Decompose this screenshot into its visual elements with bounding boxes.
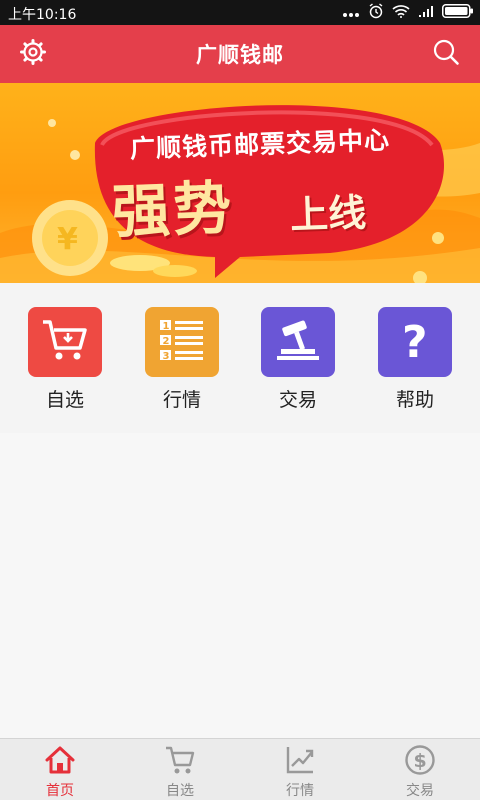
tab-label: 自选 [166, 783, 194, 799]
menu-label: 行情 [162, 389, 201, 411]
tab-trade[interactable]: $ 交易 [360, 739, 480, 800]
menu-label: 自选 [45, 389, 84, 411]
content-area [0, 433, 480, 738]
status-time: 上午10:16 [8, 7, 77, 23]
menu-item-market[interactable]: 1 2 3 行情 [142, 307, 222, 417]
search-icon [432, 38, 460, 70]
more-dots-icon [342, 3, 360, 22]
menu-tile: 1 2 3 [145, 307, 219, 377]
menu-item-watchlist[interactable]: 自选 [25, 307, 105, 417]
signal-icon [418, 3, 434, 22]
tab-market[interactable]: 行情 [240, 739, 360, 800]
svg-text:$: $ [414, 750, 427, 772]
menu-item-trade[interactable]: 交易 [258, 307, 338, 417]
home-icon [44, 744, 76, 776]
banner-slogan-main: 强势 [111, 173, 236, 247]
tab-label: 行情 [286, 783, 314, 799]
page-title: 广顺钱邮 [196, 43, 284, 67]
tab-label: 交易 [406, 783, 434, 799]
menu-item-help[interactable]: ? 帮助 [375, 307, 455, 417]
tab-watchlist[interactable]: 自选 [120, 739, 240, 800]
menu-label: 交易 [278, 389, 317, 411]
app-header: 广顺钱邮 [0, 25, 480, 83]
menu-tile [28, 307, 102, 377]
svg-text:3: 3 [163, 351, 170, 362]
cart-icon [40, 317, 90, 367]
banner-slogan-sub: 上线 [289, 190, 367, 238]
svg-text:¥: ¥ [57, 222, 78, 257]
banner-graphic: ¥ [0, 105, 480, 283]
quick-menu: 自选 1 2 3 行情 交易 ? 帮助 [0, 283, 480, 433]
menu-label: 帮助 [395, 389, 434, 411]
svg-text:2: 2 [163, 336, 170, 347]
alarm-icon [368, 2, 384, 23]
menu-tile: ? [378, 307, 452, 377]
chart-icon [284, 744, 316, 776]
status-bar: 上午10:16 [0, 0, 480, 25]
dollar-icon: $ [404, 744, 436, 776]
tab-label: 首页 [46, 783, 74, 799]
list-icon: 1 2 3 [157, 317, 207, 367]
cart-icon [164, 744, 196, 776]
promo-banner[interactable]: ¥ 广顺钱币邮票交易中心 强势 上线 [0, 83, 480, 283]
bottom-tab-bar: 首页 自选 行情 $ 交易 [0, 738, 480, 800]
help-icon: ? [395, 317, 435, 368]
svg-text:?: ? [402, 317, 428, 363]
search-button[interactable] [430, 38, 462, 70]
battery-icon [442, 3, 474, 22]
gavel-icon [273, 317, 323, 367]
menu-tile [261, 307, 335, 377]
svg-text:1: 1 [163, 321, 170, 332]
wifi-icon [392, 3, 410, 22]
tab-home[interactable]: 首页 [0, 739, 120, 800]
